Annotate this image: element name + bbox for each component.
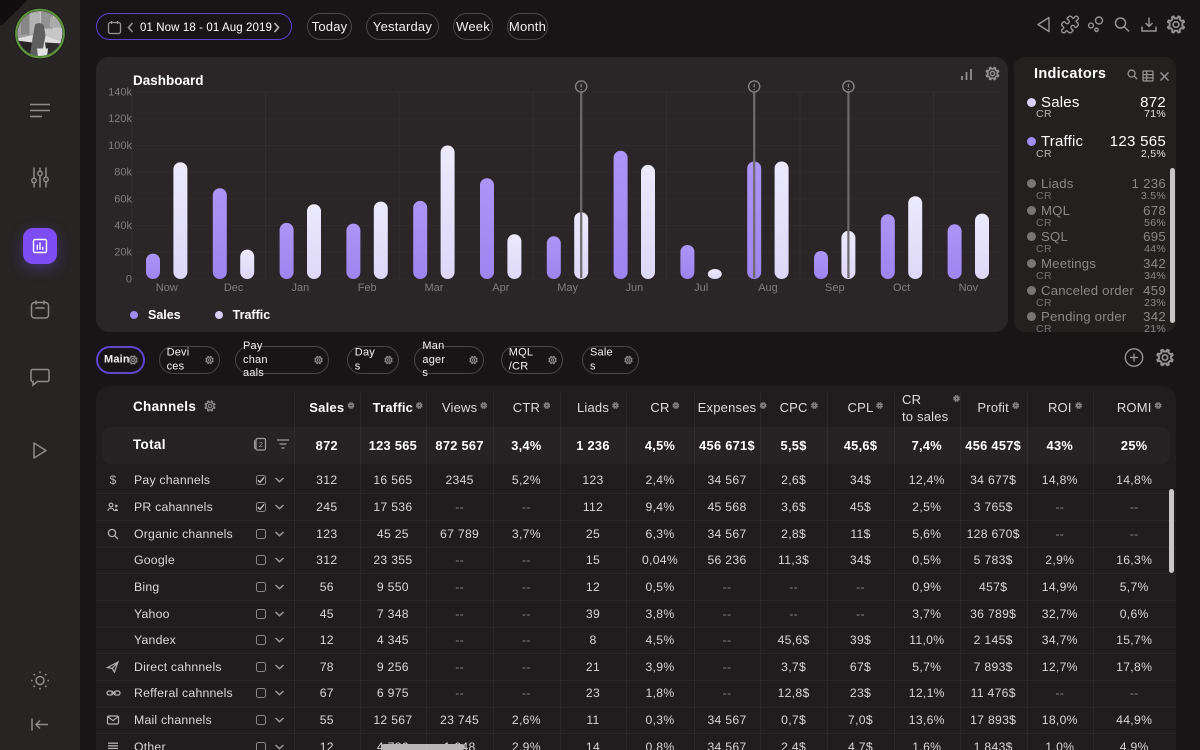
svg-text:Now: Now bbox=[156, 282, 178, 294]
svg-text:Apr: Apr bbox=[492, 282, 509, 294]
svg-text:$: $ bbox=[110, 473, 117, 487]
svg-text:2: 2 bbox=[259, 440, 263, 449]
svg-text:Feb: Feb bbox=[358, 282, 377, 294]
svg-text:80k: 80k bbox=[114, 167, 132, 179]
svg-text:Dec: Dec bbox=[224, 282, 244, 294]
svg-text:40k: 40k bbox=[114, 220, 132, 232]
svg-text:Jan: Jan bbox=[292, 282, 310, 294]
svg-text:May: May bbox=[557, 282, 578, 294]
svg-text:Nov: Nov bbox=[959, 282, 979, 294]
svg-text:60k: 60k bbox=[114, 193, 132, 205]
svg-text:Mar: Mar bbox=[425, 282, 444, 294]
svg-text:20k: 20k bbox=[114, 247, 132, 259]
svg-text:120k: 120k bbox=[108, 113, 132, 125]
svg-text:Oct: Oct bbox=[893, 282, 910, 294]
svg-text:Jul: Jul bbox=[694, 282, 708, 294]
svg-text:100k: 100k bbox=[108, 140, 132, 152]
svg-text:140k: 140k bbox=[108, 87, 132, 99]
svg-text:Jun: Jun bbox=[626, 282, 644, 294]
svg-text:0: 0 bbox=[126, 273, 132, 285]
svg-text:Sep: Sep bbox=[825, 282, 845, 294]
svg-text:Aug: Aug bbox=[758, 282, 778, 294]
